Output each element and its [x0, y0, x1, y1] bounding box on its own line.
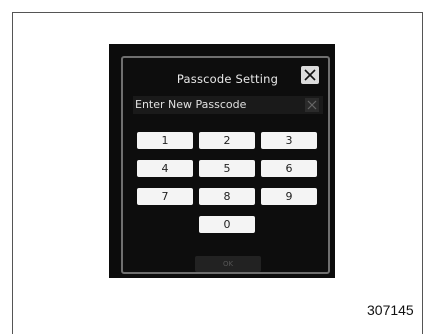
backspace-button[interactable] — [305, 98, 319, 112]
backspace-icon — [307, 100, 317, 110]
passcode-dialog: Passcode Setting Enter New Passcode 1 2 … — [121, 56, 330, 274]
key-4[interactable]: 4 — [137, 160, 193, 177]
key-6[interactable]: 6 — [261, 160, 317, 177]
key-0[interactable]: 0 — [199, 216, 255, 233]
key-5[interactable]: 5 — [199, 160, 255, 177]
close-button[interactable] — [301, 66, 319, 84]
passcode-entry-field[interactable]: Enter New Passcode — [133, 96, 323, 114]
ok-button[interactable]: OK — [195, 256, 261, 272]
key-7[interactable]: 7 — [137, 188, 193, 205]
entry-label: Enter New Passcode — [135, 98, 247, 111]
close-icon — [304, 69, 316, 81]
key-1[interactable]: 1 — [137, 132, 193, 149]
key-9[interactable]: 9 — [261, 188, 317, 205]
figure-code: 307145 — [367, 302, 414, 318]
key-2[interactable]: 2 — [199, 132, 255, 149]
key-3[interactable]: 3 — [261, 132, 317, 149]
key-8[interactable]: 8 — [199, 188, 255, 205]
